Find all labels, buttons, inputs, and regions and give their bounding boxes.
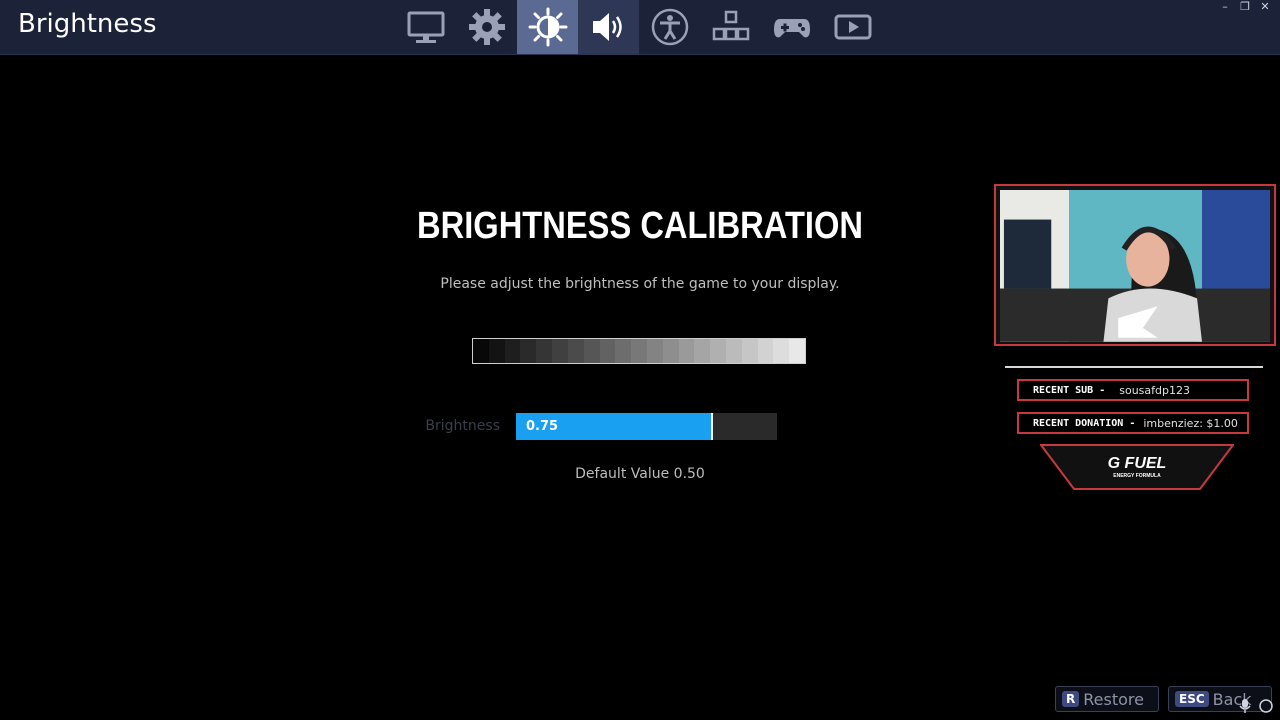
gradient-step: [583, 339, 600, 363]
speaker-icon: [592, 13, 622, 41]
gradient-step: [789, 339, 806, 363]
status-ring-icon: [1259, 699, 1273, 713]
gradient-step: [473, 339, 489, 363]
brightness-slider-thumb[interactable]: [711, 413, 713, 440]
gradient-step: [504, 339, 521, 363]
brightness-slider[interactable]: 0.75: [516, 413, 777, 440]
accessibility-icon: [651, 8, 688, 46]
tab-input[interactable]: [700, 0, 761, 54]
restore-window-icon[interactable]: ❐: [1238, 0, 1252, 14]
top-navigation-bar: Brightness – ❐ ✕: [0, 0, 1280, 55]
gradient-step: [567, 339, 584, 363]
video-play-icon: [834, 14, 871, 40]
brightness-gradient-strip: [472, 338, 806, 364]
back-key-hint: ESC: [1175, 691, 1209, 707]
brightness-slider-label: Brightness: [425, 418, 500, 434]
restore-label: Restore: [1083, 689, 1144, 709]
brightness-icon: [528, 7, 567, 47]
tab-display[interactable]: [395, 0, 456, 54]
gradient-step: [694, 339, 711, 363]
gradient-step: [488, 339, 505, 363]
settings-tabs: [395, 0, 883, 54]
restore-key-hint: R: [1062, 691, 1080, 707]
tab-game[interactable]: [456, 0, 517, 54]
sponsor-logo: G FUEL ENERGY FORMULA: [1040, 444, 1234, 490]
brightness-slider-value: 0.75: [526, 419, 559, 434]
gradient-step: [536, 339, 553, 363]
corner-status-icons: [1238, 698, 1274, 714]
gradient-step: [615, 339, 632, 363]
gradient-step: [552, 339, 568, 363]
tab-replays[interactable]: [822, 0, 883, 54]
gradient-step: [520, 339, 537, 363]
recent-donation-value: imbenziez: $1.00: [1143, 416, 1238, 430]
tab-audio[interactable]: [578, 0, 639, 54]
gradient-step: [773, 339, 790, 363]
webcam-image: [1000, 190, 1270, 342]
gradient-step: [631, 339, 647, 363]
sponsor-logo-text: G FUEL: [1108, 455, 1167, 472]
window-controls: – ❐ ✕: [1218, 0, 1272, 14]
gradient-step: [599, 339, 616, 363]
gradient-step: [726, 339, 742, 363]
gradient-step: [710, 339, 726, 363]
microphone-icon: [1239, 699, 1251, 713]
recent-sub-value: sousafdp123: [1119, 383, 1190, 397]
recent-donation-panel: RECENT DONATION - imbenziez: $1.00: [1017, 412, 1249, 434]
gamepad-icon: [773, 19, 810, 38]
tab-controller[interactable]: [761, 0, 822, 54]
gear-icon: [468, 9, 505, 45]
minimize-icon[interactable]: –: [1218, 0, 1232, 14]
close-icon[interactable]: ✕: [1258, 0, 1272, 14]
restore-button[interactable]: R Restore: [1055, 686, 1159, 712]
gradient-step: [757, 339, 774, 363]
gradient-step: [662, 339, 679, 363]
page-title: Brightness: [18, 9, 157, 39]
sponsor-tagline: ENERGY FORMULA: [1113, 473, 1161, 479]
overlay-divider: [1005, 366, 1263, 368]
recent-sub-panel: RECENT SUB - sousafdp123: [1017, 379, 1249, 401]
webcam-feed: [994, 184, 1276, 346]
gradient-step: [646, 339, 663, 363]
input-keys-icon: [712, 10, 749, 41]
gradient-step: [678, 339, 695, 363]
monitor-icon: [407, 11, 444, 43]
tab-brightness[interactable]: [517, 0, 578, 54]
recent-donation-label: RECENT DONATION -: [1033, 417, 1136, 429]
recent-sub-label: RECENT SUB -: [1033, 384, 1106, 396]
tab-accessibility[interactable]: [639, 0, 700, 54]
gradient-step: [741, 339, 758, 363]
